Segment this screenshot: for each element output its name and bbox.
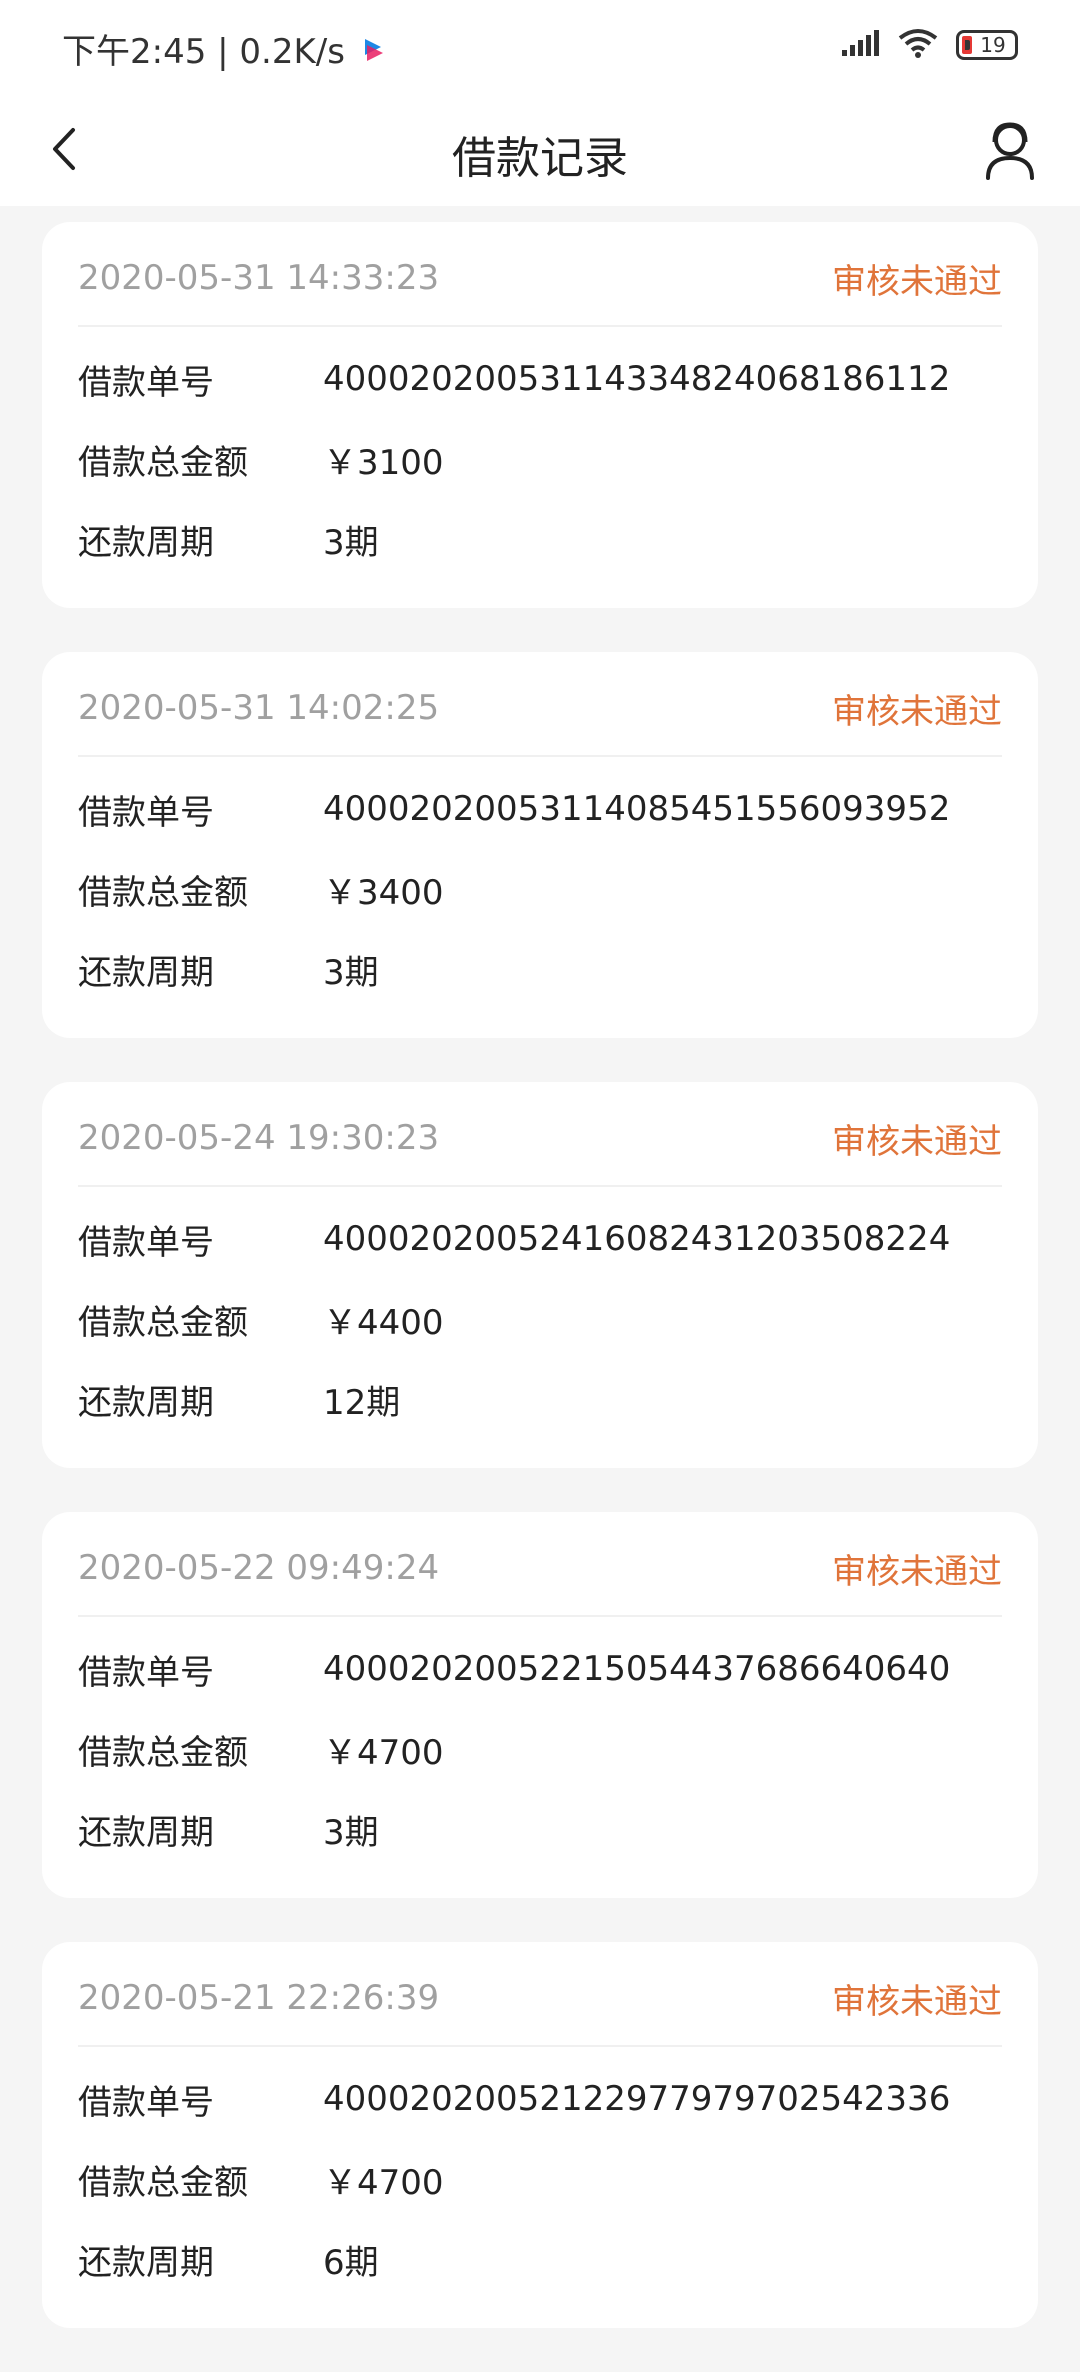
total-amount-value: ￥3100: [323, 442, 444, 483]
record-time: 2020-05-31 14:02:25: [78, 688, 440, 728]
order-number-label: 借款单号: [78, 2082, 214, 2123]
card-header: 2020-05-24 19:30:23 审核未通过: [78, 1110, 1002, 1166]
nav-bar: 借款记录: [0, 96, 1080, 206]
order-number-label: 借款单号: [78, 1652, 214, 1693]
total-amount-value: ￥4400: [323, 1302, 444, 1343]
repay-period-label: 还款周期: [78, 1812, 214, 1853]
status-left: 下午2:45 | 0.2K/s: [62, 24, 387, 73]
record-time: 2020-05-22 09:49:24: [78, 1548, 440, 1588]
order-number-value: 400020200531143348240681861​12: [323, 359, 951, 399]
repay-period-value: 3期: [323, 522, 379, 563]
divider: [78, 2045, 1002, 2047]
record-time: 2020-05-24 19:30:23: [78, 1118, 440, 1158]
loan-record-card[interactable]: 2020-05-21 22:26:39 审核未通过 借款单号 400020200…: [42, 1942, 1038, 2328]
total-amount-row: 借款总金额 ￥4400: [78, 1294, 1002, 1344]
order-number-value: 400020200524160824312035082​24: [323, 1219, 951, 1259]
card-header: 2020-05-22 09:49:24 审核未通过: [78, 1540, 1002, 1596]
repay-period-value: 3期: [323, 1812, 379, 1853]
total-amount-row: 借款总金额 ￥3400: [78, 864, 1002, 914]
wifi-icon: [898, 28, 938, 62]
divider: [78, 755, 1002, 757]
order-number-label: 借款单号: [78, 362, 214, 403]
loan-record-card[interactable]: 2020-05-24 19:30:23 审核未通过 借款单号 400020200…: [42, 1082, 1038, 1468]
loan-record-list: 2020-05-31 14:33:23 审核未通过 借款单号 400020200…: [42, 222, 1038, 2372]
total-amount-row: 借款总金额 ￥3100: [78, 434, 1002, 484]
loan-record-card[interactable]: 2020-05-22 09:49:24 审核未通过 借款单号 400020200…: [42, 1512, 1038, 1898]
order-number-row: 借款单号 400020200521229779797025423​36: [78, 2074, 1002, 2124]
repay-period-row: 还款周期 6期: [78, 2234, 1002, 2284]
divider: [78, 325, 1002, 327]
total-amount-label: 借款总金额: [78, 442, 248, 483]
repay-period-row: 还款周期 3期: [78, 944, 1002, 994]
order-number-label: 借款单号: [78, 792, 214, 833]
total-amount-label: 借款总金额: [78, 2162, 248, 2203]
status-right: 19: [840, 28, 1018, 62]
record-time: 2020-05-21 22:26:39: [78, 1978, 440, 2018]
order-number-label: 借款单号: [78, 1222, 214, 1263]
order-number-value: 400020200531140854515560939​52: [323, 789, 951, 829]
order-number-row: 借款单号 400020200524160824312035082​24: [78, 1214, 1002, 1264]
status-bar: 下午2:45 | 0.2K/s 19: [0, 0, 1080, 96]
loan-record-card[interactable]: 2020-05-31 14:33:23 审核未通过 借款单号 400020200…: [42, 222, 1038, 608]
repay-period-row: 还款周期 3期: [78, 514, 1002, 564]
status-time-speed: 下午2:45 | 0.2K/s: [62, 32, 345, 72]
total-amount-label: 借款总金额: [78, 1732, 248, 1773]
total-amount-value: ￥4700: [323, 2162, 444, 2203]
profile-button[interactable]: [970, 112, 1050, 192]
order-number-row: 借款单号 400020200531143348240681861​12: [78, 354, 1002, 404]
total-amount-value: ￥3400: [323, 872, 444, 913]
order-number-row: 借款单号 400020200522150544376866406​40: [78, 1644, 1002, 1694]
repay-period-label: 还款周期: [78, 522, 214, 563]
repay-period-value: 3期: [323, 952, 379, 993]
order-number-value: 400020200521229779797025423​36: [323, 2079, 951, 2119]
card-header: 2020-05-31 14:02:25 审核未通过: [78, 680, 1002, 736]
user-icon: [982, 120, 1038, 184]
notification-app-icon: [361, 34, 387, 64]
battery-tip: [965, 40, 970, 50]
battery-level: 19: [980, 33, 1006, 57]
repay-period-value: 6期: [323, 2242, 379, 2283]
order-number-row: 借款单号 400020200531140854515560939​52: [78, 784, 1002, 834]
repay-period-row: 还款周期 3期: [78, 1804, 1002, 1854]
card-header: 2020-05-21 22:26:39 审核未通过: [78, 1970, 1002, 2026]
signal-icon: [840, 28, 880, 62]
total-amount-label: 借款总金额: [78, 1302, 248, 1343]
page-title: 借款记录: [452, 133, 628, 184]
total-amount-row: 借款总金额 ￥4700: [78, 1724, 1002, 1774]
battery-icon: 19: [956, 30, 1018, 60]
repay-period-label: 还款周期: [78, 2242, 214, 2283]
status-badge: 审核未通过: [832, 1981, 1002, 2022]
status-badge: 审核未通过: [832, 1551, 1002, 1592]
total-amount-row: 借款总金额 ￥4700: [78, 2154, 1002, 2204]
record-time: 2020-05-31 14:33:23: [78, 258, 440, 298]
repay-period-label: 还款周期: [78, 952, 214, 993]
total-amount-value: ￥4700: [323, 1732, 444, 1773]
divider: [78, 1185, 1002, 1187]
repay-period-value: 12期: [323, 1382, 401, 1423]
divider: [78, 1615, 1002, 1617]
status-badge: 审核未通过: [832, 1121, 1002, 1162]
order-number-value: 400020200522150544376866406​40: [323, 1649, 951, 1689]
total-amount-label: 借款总金额: [78, 872, 248, 913]
repay-period-label: 还款周期: [78, 1382, 214, 1423]
status-badge: 审核未通过: [832, 261, 1002, 302]
status-badge: 审核未通过: [832, 691, 1002, 732]
loan-record-card[interactable]: 2020-05-31 14:02:25 审核未通过 借款单号 400020200…: [42, 652, 1038, 1038]
repay-period-row: 还款周期 12期: [78, 1374, 1002, 1424]
card-header: 2020-05-31 14:33:23 审核未通过: [78, 250, 1002, 306]
